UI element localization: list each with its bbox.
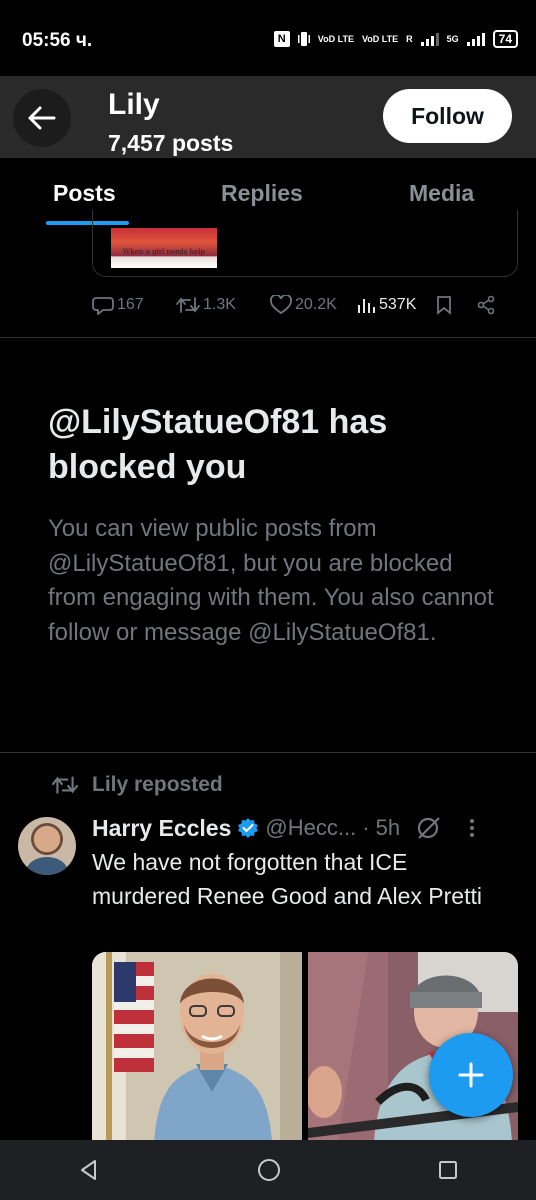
- repost-count: 1.3K: [203, 296, 236, 313]
- status-bar: 05:56 ч. N VoD LTE VoD LTE R 5G 74: [0, 0, 536, 76]
- previous-post-media-card[interactable]: When a girl needs help: [92, 210, 518, 277]
- share-button[interactable]: [476, 295, 496, 315]
- repost-icon: [176, 297, 200, 313]
- heart-icon: [270, 295, 292, 315]
- tweet-image-1-art: [92, 952, 302, 1142]
- reply-icon: [92, 297, 114, 315]
- tweet-text: We have not forgotten that ICE murdered …: [92, 849, 482, 909]
- nav-home-icon[interactable]: [256, 1157, 282, 1183]
- repost-button[interactable]: 1.3K: [176, 296, 270, 314]
- roaming-indicator: R: [406, 34, 413, 44]
- blocked-body: You can view public posts from @LilyStat…: [48, 515, 494, 646]
- profile-header: Lily 7,457 posts Follow: [0, 76, 536, 158]
- battery-icon: 74: [492, 30, 518, 48]
- nav-recents-icon[interactable]: [437, 1159, 459, 1181]
- views-button[interactable]: 537K: [356, 295, 436, 315]
- volte-2: VoD LTE: [361, 33, 399, 44]
- tweet-image-1[interactable]: [92, 952, 302, 1142]
- back-button[interactable]: [13, 89, 71, 147]
- tab-replies[interactable]: Replies: [221, 180, 303, 207]
- follow-button[interactable]: Follow: [383, 89, 512, 143]
- more-options-icon[interactable]: [468, 817, 476, 839]
- bookmark-icon: [437, 296, 451, 315]
- view-count: 537K: [379, 296, 417, 313]
- status-time: 05:56 ч.: [22, 30, 93, 51]
- signal-icon-2: [466, 32, 485, 46]
- author-name[interactable]: Harry Eccles: [92, 815, 231, 842]
- reply-count: 167: [117, 296, 144, 313]
- avatar[interactable]: [18, 817, 76, 875]
- tweet-time: · 5h: [362, 815, 401, 840]
- post-divider: [0, 337, 536, 338]
- post-count: 7,457 posts: [108, 130, 234, 156]
- signal-icon-1: [420, 32, 439, 46]
- network-type: 5G: [446, 34, 459, 44]
- plus-icon: [458, 1062, 484, 1088]
- compose-post-button[interactable]: [429, 1033, 513, 1117]
- like-button[interactable]: 20.2K: [270, 295, 356, 315]
- author-handle[interactable]: @Hecc...: [265, 815, 356, 841]
- blocked-title: @LilyStatueOf81 has blocked you: [48, 403, 388, 486]
- like-count: 20.2K: [295, 296, 337, 313]
- arrow-left-icon: [28, 106, 56, 130]
- repost-icon: [52, 776, 78, 794]
- tab-media[interactable]: Media: [409, 180, 474, 207]
- avatar-shirt: [26, 857, 68, 875]
- reply-button[interactable]: 167: [92, 295, 176, 315]
- repost-label-text: Lily reposted: [92, 773, 223, 796]
- notice-divider: [0, 752, 536, 753]
- verified-icon: [238, 818, 259, 838]
- bookmark-button[interactable]: [436, 295, 476, 315]
- repost-label[interactable]: Lily reposted: [52, 773, 223, 797]
- tab-posts[interactable]: Posts: [53, 180, 116, 207]
- profile-name: Lily: [108, 88, 160, 121]
- vibrate-icon: [297, 32, 310, 46]
- share-icon: [477, 295, 495, 315]
- system-nav-bar: [0, 1140, 536, 1200]
- nav-back-icon[interactable]: [77, 1158, 101, 1182]
- status-icons: N VoD LTE VoD LTE R 5G 74: [273, 30, 518, 48]
- previous-post-actions: 167 1.3K 20.2K 537K: [92, 290, 512, 320]
- tweet-header: Harry Eccles @Hecc... · 5h: [92, 813, 522, 843]
- volte-1: VoD LTE: [317, 33, 354, 44]
- nfc-icon: N: [273, 31, 290, 47]
- grok-icon[interactable]: [414, 815, 444, 841]
- views-icon: [358, 299, 375, 313]
- media-caption: When a girl needs help: [123, 248, 205, 256]
